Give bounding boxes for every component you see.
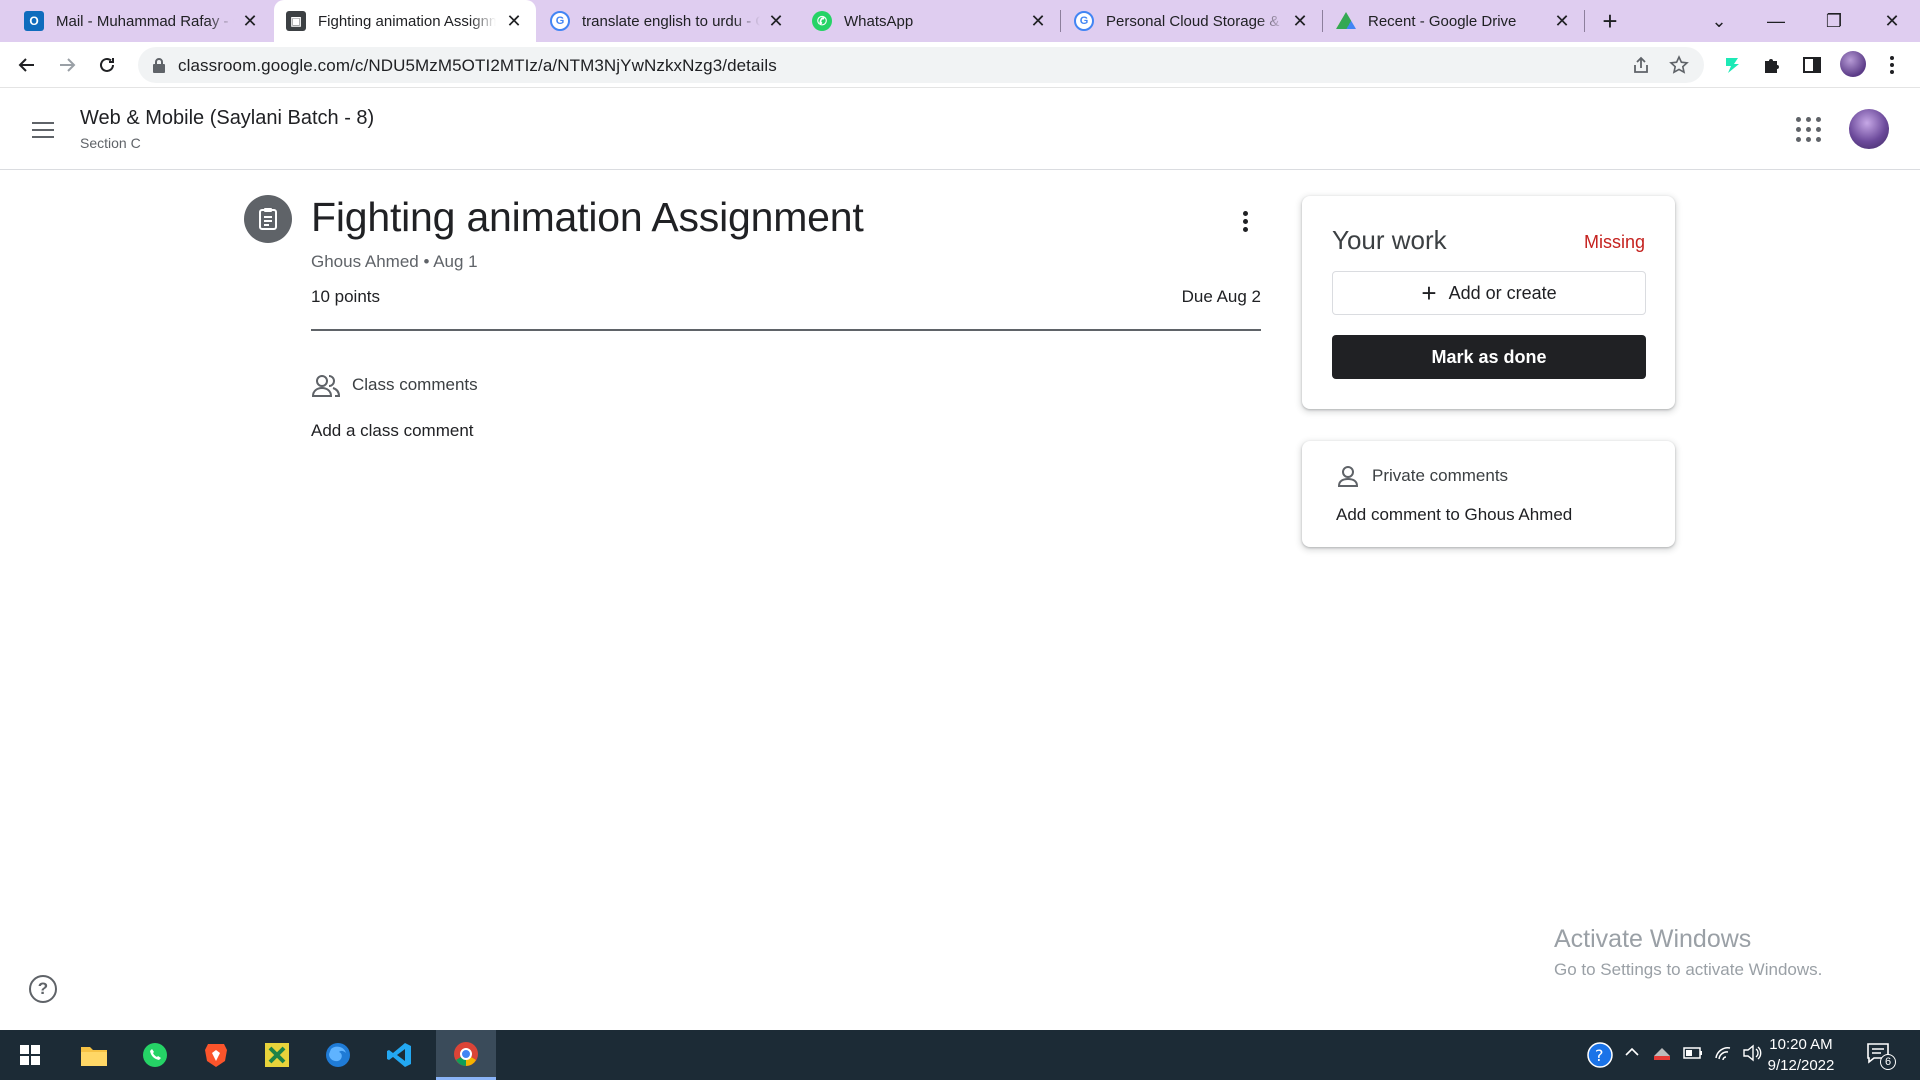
chrome-icon[interactable]	[436, 1030, 496, 1080]
tab-whatsapp[interactable]: ✆ WhatsApp ✕	[800, 0, 1060, 42]
tab-title: WhatsApp	[844, 12, 914, 30]
tab-title: Mail - Muhammad Rafay - Outlook	[56, 12, 234, 30]
file-explorer-icon[interactable]	[64, 1030, 124, 1080]
tab-title: Recent - Google Drive	[1368, 12, 1517, 30]
close-tab-icon[interactable]: ✕	[1028, 11, 1048, 31]
google-drive-icon	[1336, 12, 1356, 29]
forward-icon[interactable]	[52, 50, 82, 80]
brave-icon[interactable]	[186, 1030, 246, 1080]
assignment-due-date: Due Aug 2	[1181, 287, 1261, 306]
tab-title: translate english to urdu - Google Searc…	[582, 12, 760, 30]
tab-classroom[interactable]: ▣ Fighting animation Assignment ✕	[274, 0, 536, 42]
close-tab-icon[interactable]: ✕	[1552, 11, 1572, 31]
activate-windows-watermark: Activate Windows Go to Settings to activ…	[1554, 925, 1822, 980]
close-tab-icon[interactable]: ✕	[240, 11, 260, 31]
bookmark-star-icon[interactable]	[1668, 54, 1690, 76]
help-icon[interactable]: ?	[29, 975, 57, 1003]
url-text: classroom.google.com/c/NDU5MzM5OTI2MTIz/…	[178, 56, 777, 75]
windows-taskbar: ? 10:20 AM 9/12/2022 6	[0, 1030, 1920, 1080]
new-tab-button[interactable]: +	[1596, 8, 1624, 36]
back-icon[interactable]	[12, 50, 42, 80]
clock[interactable]: 10:20 AM 9/12/2022	[1763, 1034, 1839, 1076]
extensions-puzzle-icon[interactable]	[1760, 53, 1784, 77]
battery-icon[interactable]	[1683, 1044, 1703, 1067]
side-panel-icon[interactable]	[1800, 53, 1824, 77]
tab-title: Fighting animation Assignment	[318, 12, 496, 30]
tab-separator	[1322, 10, 1323, 32]
class-comments-label: Class comments	[352, 375, 478, 394]
more-options-icon[interactable]	[1230, 206, 1260, 236]
firefox-icon[interactable]	[308, 1030, 368, 1080]
people-icon	[311, 373, 341, 399]
assignment-points: 10 points	[311, 287, 380, 306]
notification-count: 6	[1880, 1054, 1896, 1070]
tab-strip: O Mail - Muhammad Rafay - Outlook ✕ ▣ Fi…	[0, 0, 1920, 42]
wifi-icon[interactable]	[1714, 1044, 1734, 1067]
status-badge: Missing	[1583, 232, 1645, 252]
browser-profile-avatar[interactable]	[1840, 51, 1866, 77]
watermark-subtitle: Go to Settings to activate Windows.	[1554, 960, 1823, 979]
your-work-card: Your work Missing + Add or create Mark a…	[1302, 196, 1675, 409]
private-comments-label: Private comments	[1372, 466, 1509, 485]
share-icon[interactable]	[1630, 54, 1652, 76]
tab-google-search[interactable]: G translate english to urdu - Google Sea…	[538, 0, 798, 42]
address-bar[interactable]: classroom.google.com/c/NDU5MzM5OTI2MTIz/…	[138, 47, 1704, 83]
close-tab-icon[interactable]: ✕	[1290, 11, 1310, 31]
add-or-create-button[interactable]: + Add or create	[1332, 271, 1646, 315]
close-tab-icon[interactable]: ✕	[766, 11, 786, 31]
close-window-button[interactable]: ✕	[1868, 4, 1916, 38]
main-menu-icon[interactable]	[28, 115, 58, 145]
svg-text:?: ?	[1595, 1046, 1604, 1065]
volume-icon[interactable]	[1742, 1044, 1762, 1067]
tab-search-icon[interactable]: ⌄	[1695, 4, 1743, 38]
assignment-author-date: Ghous Ahmed • Aug 1	[311, 252, 478, 271]
excel-icon[interactable]	[247, 1030, 307, 1080]
extension-icon[interactable]	[1720, 53, 1744, 77]
whatsapp-icon[interactable]	[125, 1030, 185, 1080]
tab-cloud-storage[interactable]: G Personal Cloud Storage & File Sharing …	[1062, 0, 1322, 42]
classroom-header: Web & Mobile (Saylani Batch - 8) Section…	[0, 89, 1920, 170]
notification-center-icon[interactable]: 6	[1866, 1042, 1896, 1070]
account-avatar[interactable]	[1849, 109, 1889, 149]
minimize-button[interactable]: —	[1752, 4, 1800, 38]
add-private-comment-link[interactable]: Add comment to Ghous Ahmed	[1336, 505, 1572, 525]
tab-separator	[1584, 10, 1585, 32]
mark-as-done-button[interactable]: Mark as done	[1332, 335, 1646, 379]
your-work-title: Your work	[1332, 225, 1447, 255]
person-icon	[1336, 464, 1360, 488]
whatsapp-icon: ✆	[812, 11, 832, 31]
divider	[311, 329, 1261, 331]
google-icon: G	[550, 11, 570, 31]
google-apps-icon[interactable]	[1796, 117, 1822, 143]
show-hidden-icons-icon[interactable]	[1624, 1044, 1640, 1065]
tab-outlook[interactable]: O Mail - Muhammad Rafay - Outlook ✕	[12, 0, 272, 42]
windows-start-icon[interactable]	[0, 1030, 60, 1080]
watermark-title: Activate Windows	[1554, 925, 1752, 953]
help-tray-icon[interactable]: ?	[1586, 1041, 1614, 1074]
tab-title: Personal Cloud Storage & File Sharing	[1106, 12, 1284, 30]
class-section: Section C	[80, 135, 141, 151]
restore-button[interactable]: ❐	[1810, 4, 1858, 38]
browser-toolbar: classroom.google.com/c/NDU5MzM5OTI2MTIz/…	[0, 42, 1920, 88]
outlook-icon: O	[24, 11, 44, 31]
clock-time: 10:20 AM	[1769, 1036, 1833, 1053]
tab-separator	[1060, 10, 1061, 32]
google-icon: G	[1074, 11, 1094, 31]
close-tab-icon[interactable]: ✕	[504, 11, 524, 31]
reload-icon[interactable]	[92, 50, 122, 80]
assignment-icon	[244, 195, 292, 243]
assignment-title: Fighting animation Assignment	[311, 194, 864, 240]
browser-menu-icon[interactable]	[1880, 53, 1904, 77]
drive-sync-icon[interactable]	[1652, 1044, 1672, 1067]
vscode-icon[interactable]	[369, 1030, 429, 1080]
add-class-comment-link[interactable]: Add a class comment	[311, 421, 474, 441]
tab-google-drive[interactable]: Recent - Google Drive ✕	[1324, 0, 1584, 42]
lock-icon[interactable]	[152, 57, 166, 78]
clock-date: 9/12/2022	[1767, 1057, 1835, 1074]
class-title[interactable]: Web & Mobile (Saylani Batch - 8)	[80, 107, 374, 130]
classroom-icon: ▣	[286, 11, 306, 31]
plus-icon: +	[1421, 278, 1437, 308]
private-comments-card: Private comments Add comment to Ghous Ah…	[1302, 441, 1675, 547]
add-or-create-label: Add or create	[1448, 282, 1557, 303]
